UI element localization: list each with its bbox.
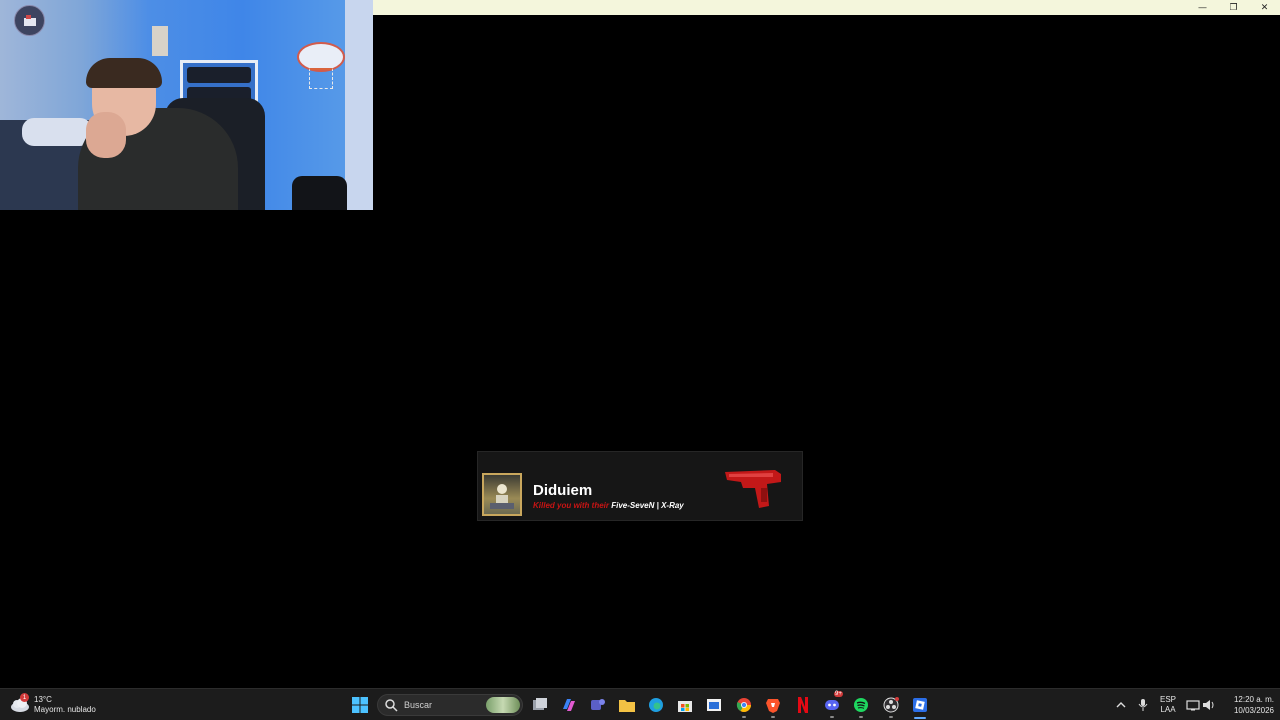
person-hand — [86, 112, 126, 158]
weather-badge: 1 — [20, 693, 29, 702]
kill-message: Killed you with their Five-SeveN | X-Ray — [533, 501, 684, 510]
app-window-icon[interactable] — [705, 696, 723, 714]
clock-date: 10/03/2026 — [1233, 706, 1274, 715]
task-view-icon[interactable] — [531, 696, 549, 714]
weapon-name: Five-SeveN | X-Ray — [611, 501, 684, 510]
windows-start-icon[interactable] — [351, 696, 369, 714]
clock-time: 12:20 a. m. — [1233, 695, 1274, 704]
brave-icon[interactable] — [764, 696, 782, 714]
microsoft-store-icon[interactable] — [676, 696, 694, 714]
killer-name: Diduiem — [533, 482, 593, 499]
killed-text: Killed you with their — [533, 501, 610, 510]
weather-widget[interactable]: 1 13°C Mayorm. nublado — [10, 693, 96, 717]
minimize-button[interactable]: — — [1187, 0, 1218, 15]
spotify-icon[interactable] — [852, 696, 870, 714]
chevron-up-icon[interactable] — [1112, 696, 1130, 714]
webcam-overlay — [0, 0, 373, 210]
language-code: ESP — [1159, 695, 1176, 704]
active-app-indicator — [914, 717, 926, 719]
hoop-net — [309, 68, 333, 89]
search-box[interactable]: Buscar — [377, 694, 523, 716]
search-icon — [385, 699, 398, 712]
wall-panel — [345, 0, 373, 210]
netflix-icon[interactable] — [794, 696, 812, 714]
person-hair — [86, 58, 162, 88]
discord-icon[interactable]: 9+ — [823, 691, 843, 714]
pillow — [22, 118, 92, 146]
cloudy-weather-icon: 1 — [10, 693, 30, 714]
channel-logo-icon — [14, 5, 45, 36]
red-pistol-icon — [725, 470, 781, 508]
close-button[interactable]: ✕ — [1249, 0, 1280, 15]
killer-avatar — [482, 473, 522, 516]
search-placeholder: Buscar — [404, 700, 433, 710]
discord-badge: 9+ — [834, 691, 843, 697]
taskbar: 1 13°C Mayorm. nublado Buscar 9+ ESP LAA… — [0, 688, 1280, 720]
window-titlebar: — ❐ ✕ — [373, 0, 1280, 15]
volume-icon[interactable] — [1200, 696, 1218, 714]
obs-icon[interactable] — [882, 696, 900, 714]
edge-icon[interactable] — [647, 696, 665, 714]
weather-condition: Mayorm. nublado — [34, 705, 96, 714]
microphone-icon[interactable] — [1134, 696, 1152, 714]
system-clock[interactable]: 12:20 a. m. 10/03/2026 — [1222, 694, 1274, 716]
kill-notification: Diduiem Killed you with their Five-SeveN… — [477, 451, 803, 521]
chrome-icon[interactable] — [735, 696, 753, 714]
keyboard-layout: LAA — [1160, 705, 1176, 714]
roblox-icon[interactable] — [911, 696, 929, 714]
wall-poster — [152, 26, 168, 56]
search-highlight-image — [486, 697, 520, 713]
backpack — [292, 176, 347, 210]
copilot-icon[interactable] — [560, 696, 578, 714]
file-explorer-icon[interactable] — [618, 696, 636, 714]
teams-icon[interactable] — [589, 696, 607, 714]
restore-button[interactable]: ❐ — [1218, 0, 1249, 15]
language-indicator[interactable]: ESP LAA — [1158, 695, 1178, 715]
weather-temperature: 13°C — [34, 695, 52, 704]
